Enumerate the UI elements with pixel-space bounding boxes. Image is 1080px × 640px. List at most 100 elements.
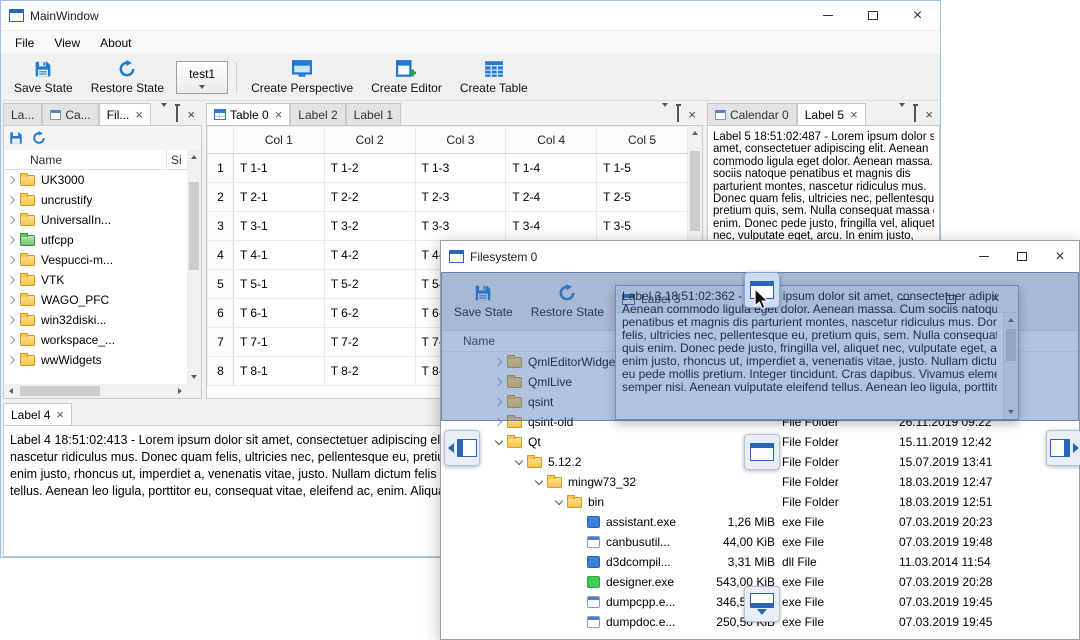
menu-item-view[interactable]: View [44, 31, 90, 54]
chevron-right-icon[interactable] [4, 357, 20, 363]
chevron-right-icon[interactable] [4, 277, 20, 283]
scroll-left-button[interactable] [4, 384, 18, 398]
tab-list-menu-button[interactable] [899, 103, 906, 121]
mini-save-button[interactable] [6, 128, 26, 148]
perspective-combo[interactable]: test1 [176, 61, 229, 94]
horizontal-scrollbar[interactable] [4, 384, 187, 398]
row-number[interactable]: 4 [207, 240, 234, 270]
tab-list-menu-button[interactable] [662, 103, 669, 121]
file-row[interactable]: assistant.exe 1,26 MiB exe File 07.03.2019 … [441, 512, 1079, 532]
chevron-icon[interactable] [531, 480, 547, 484]
chevron-icon[interactable] [551, 500, 567, 504]
scroll-down-button[interactable] [187, 370, 201, 384]
file-row[interactable]: bin File Folder 18.03.2019 12:51 [441, 492, 1079, 512]
table-cell[interactable]: T 1-4 [505, 153, 598, 183]
create-perspective-button[interactable]: Create Perspective [242, 57, 362, 98]
close-button[interactable]: × [895, 1, 940, 30]
center-dock-tab-0[interactable]: Table 0 × [206, 103, 291, 125]
tree-item[interactable]: workspace_... [4, 330, 187, 350]
table-cell[interactable]: T 3-2 [323, 211, 416, 241]
drop-indicator-left[interactable] [444, 430, 480, 466]
chevron-right-icon[interactable] [4, 197, 20, 203]
tab-close-icon[interactable]: × [56, 407, 64, 422]
table-cell[interactable]: T 2-5 [596, 182, 688, 212]
file-row[interactable]: canbusutil... 44,00 KiB exe File 07.03.2019… [441, 532, 1079, 552]
file-row[interactable]: mingw73_32 File Folder 18.03.2019 12:47 [441, 472, 1079, 492]
drop-indicator-bottom[interactable] [744, 586, 780, 622]
chevron-right-icon[interactable] [4, 257, 20, 263]
tree-item[interactable]: VTK [4, 270, 187, 290]
tab-close-icon[interactable]: × [275, 107, 283, 122]
table-cell[interactable]: T 7-2 [323, 327, 416, 357]
scrollbar-thumb[interactable] [690, 151, 700, 231]
close-dock-button[interactable]: × [688, 108, 696, 121]
scrollbar-thumb[interactable] [20, 386, 100, 396]
chevron-right-icon[interactable] [4, 217, 20, 223]
maximize-button[interactable] [850, 1, 895, 30]
menu-item-file[interactable]: File [5, 31, 44, 54]
tree-item[interactable]: wwWidgets [4, 350, 187, 370]
close-button[interactable]: × [1041, 241, 1079, 272]
chevron-right-icon[interactable] [4, 177, 20, 183]
close-dock-button[interactable]: × [187, 108, 195, 121]
table-cell[interactable]: T 1-1 [232, 153, 325, 183]
undock-button[interactable] [677, 106, 680, 122]
table-cell[interactable]: T 4-2 [323, 240, 416, 270]
drop-indicator-center[interactable] [744, 434, 780, 470]
minimize-button[interactable] [965, 241, 1003, 272]
table-cell[interactable]: T 2-4 [505, 182, 598, 212]
tree-item[interactable]: WAGO_PFC [4, 290, 187, 310]
column-header[interactable]: Col 4 [505, 126, 598, 154]
row-number[interactable]: 6 [207, 298, 234, 328]
chevron-right-icon[interactable] [4, 317, 20, 323]
tab-close-icon[interactable]: × [850, 107, 858, 122]
table-cell[interactable]: T 5-2 [323, 269, 416, 299]
tree-item[interactable]: UK3000 [4, 170, 187, 190]
create-editor-button[interactable]: Create Editor [362, 57, 451, 98]
table-cell[interactable]: T 3-4 [505, 211, 598, 241]
row-number[interactable]: 5 [207, 269, 234, 299]
save-state-button[interactable]: Save State [5, 57, 82, 98]
restore-state-button[interactable]: Restore State [82, 57, 173, 98]
table-cell[interactable]: T 2-3 [414, 182, 507, 212]
table-cell[interactable]: T 1-2 [323, 153, 416, 183]
column-header[interactable]: Col 5 [596, 126, 688, 154]
table-cell[interactable]: T 8-1 [232, 356, 325, 386]
right-dock-tab-0[interactable]: Calendar 0 [707, 103, 797, 125]
tree-item[interactable]: uncrustify [4, 190, 187, 210]
size-column-header[interactable]: Si [167, 153, 187, 167]
left-dock-tab-1[interactable]: Ca... [42, 103, 99, 125]
scrollbar-thumb[interactable] [189, 182, 199, 270]
chevron-icon[interactable] [491, 440, 507, 444]
tab-close-icon[interactable]: × [135, 107, 143, 122]
table-cell[interactable]: T 6-1 [232, 298, 325, 328]
column-header[interactable]: Col 2 [323, 126, 416, 154]
undock-button[interactable] [914, 106, 917, 122]
vertical-scrollbar[interactable] [187, 150, 201, 384]
chevron-right-icon[interactable] [4, 337, 20, 343]
scroll-right-button[interactable] [173, 384, 187, 398]
table-cell[interactable]: T 6-2 [323, 298, 416, 328]
menu-item-about[interactable]: About [90, 31, 141, 54]
main-titlebar[interactable]: MainWindow × [1, 1, 940, 31]
chevron-right-icon[interactable] [4, 237, 20, 243]
table-cell[interactable]: T 3-1 [232, 211, 325, 241]
table-cell[interactable]: T 4-1 [232, 240, 325, 270]
tree-item[interactable]: utfcpp [4, 230, 187, 250]
chevron-right-icon[interactable] [4, 297, 20, 303]
center-dock-tab-1[interactable]: Label 2 [290, 103, 346, 125]
undock-button[interactable] [176, 106, 179, 122]
table-cell[interactable]: T 7-1 [232, 327, 325, 357]
scroll-up-button[interactable] [187, 150, 201, 164]
column-header[interactable]: Col 1 [232, 126, 325, 154]
row-number[interactable]: 7 [207, 327, 234, 357]
scroll-up-button[interactable] [688, 126, 702, 140]
close-dock-button[interactable]: × [925, 108, 933, 121]
mini-refresh-button[interactable] [29, 128, 49, 148]
table-cell[interactable]: T 3-3 [414, 211, 507, 241]
table-cell[interactable]: T 3-5 [596, 211, 688, 241]
table-cell[interactable]: T 2-1 [232, 182, 325, 212]
tree-item[interactable]: Vespucci-m... [4, 250, 187, 270]
name-column-header[interactable]: Name [4, 150, 167, 169]
table-cell[interactable]: T 5-1 [232, 269, 325, 299]
